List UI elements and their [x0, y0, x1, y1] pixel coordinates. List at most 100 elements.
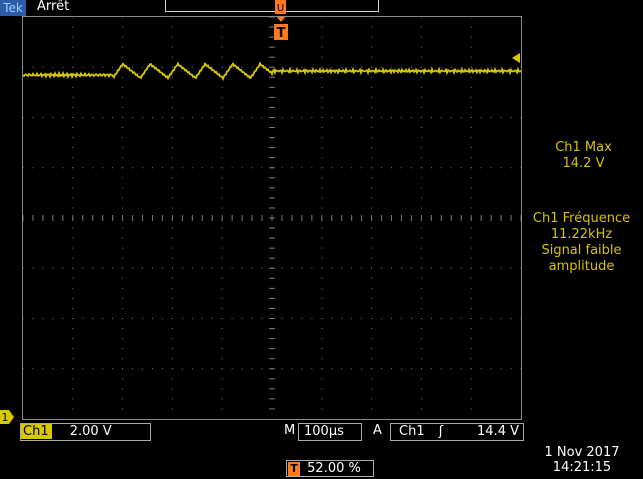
trigger-settings-box[interactable]: Ch1 ʃ 14.4 V [390, 423, 524, 441]
vertical-axis-tick [269, 318, 275, 319]
channel1-marker: 1 [0, 410, 14, 424]
horizontal-axis-tick [251, 215, 253, 221]
horizontal-axis-tick [62, 215, 64, 221]
frequency-note-1: Signal faible [541, 243, 622, 258]
max-measurement: Ch1 Max 14.2 V [524, 140, 643, 172]
vertical-axis-tick [269, 127, 275, 129]
trigger-level: 14.4 V [477, 424, 519, 439]
vertical-axis-tick [269, 348, 275, 350]
max-label: Ch1 Max [555, 140, 612, 155]
vertical-axis-tick [269, 227, 275, 229]
vertical-axis-tick [269, 167, 275, 169]
horizontal-axis-tick [181, 215, 183, 221]
horizontal-axis-tick [500, 215, 502, 221]
horizontal-axis-tick [480, 215, 482, 221]
horizontal-axis-tick [161, 215, 163, 221]
horizontal-axis-tick [391, 215, 393, 221]
horizontal-axis-tick [331, 215, 333, 221]
horizontal-axis-tick [102, 215, 104, 221]
trigger-position-box[interactable]: T 52.00 % [286, 460, 374, 477]
vertical-axis-tick [269, 16, 275, 18]
horizontal-axis-tick [32, 215, 34, 221]
horizontal-axis-tick [22, 215, 24, 221]
horizontal-axis-tick [281, 215, 283, 221]
frequency-value: 11.22kHz [550, 227, 613, 242]
timebase-value[interactable]: 100µs [298, 423, 362, 441]
horizontal-axis-tick [460, 215, 462, 221]
horizontal-axis-tick [72, 215, 74, 221]
svg-text:1: 1 [2, 411, 9, 424]
vertical-axis-tick [269, 408, 275, 410]
waveform-display [22, 16, 522, 420]
vertical-axis-tick [269, 96, 275, 98]
horizontal-axis-tick [440, 215, 442, 221]
vertical-axis-tick [269, 187, 275, 189]
trigger-position-value: 52.00 % [307, 461, 361, 476]
trigger-position-icon: T [288, 462, 300, 476]
timestamp: 1 Nov 2017 14:21:15 [523, 445, 641, 475]
vertical-axis-tick [269, 157, 275, 159]
graticule [22, 16, 522, 410]
channel-scale-box[interactable]: Ch1 2.00 V [20, 423, 151, 441]
horizontal-axis-tick [231, 215, 233, 221]
horizontal-axis-tick [400, 215, 402, 221]
horizontal-axis-tick [271, 215, 273, 221]
frequency-label: Ch1 Fréquence [532, 211, 631, 226]
vertical-axis-tick [269, 177, 275, 179]
horizontal-axis-tick [211, 215, 213, 221]
horizontal-axis-tick [112, 215, 114, 221]
horizontal-axis-tick [410, 215, 412, 221]
vertical-axis-tick [269, 76, 275, 78]
vertical-axis-tick [269, 267, 275, 269]
vertical-axis-tick [269, 257, 275, 259]
date: 1 Nov 2017 [544, 445, 620, 460]
vertical-axis-tick [269, 287, 275, 289]
horizontal-axis-tick [201, 215, 203, 221]
trigger-level-arrow [512, 53, 520, 63]
vertical-axis-tick [269, 307, 275, 309]
horizontal-axis-tick [420, 215, 422, 221]
vertical-axis-tick [269, 388, 275, 390]
horizontal-axis-tick [321, 215, 323, 221]
vertical-axis-tick [269, 106, 275, 108]
horizontal-axis-tick [450, 215, 452, 221]
brand-logo: Tek [0, 0, 26, 16]
vertical-axis-tick [269, 368, 275, 370]
timebase-prefix: M [284, 423, 296, 438]
vertical-axis-tick [269, 137, 275, 139]
frequency-note-2: amplitude [548, 259, 615, 274]
vertical-axis-tick [269, 247, 275, 249]
vertical-axis-tick [269, 378, 275, 380]
vertical-axis-tick [269, 277, 275, 279]
vertical-axis-tick [269, 147, 275, 149]
max-value: 14.2 V [562, 156, 605, 171]
horizontal-axis-tick [361, 215, 363, 221]
horizontal-axis-tick [341, 215, 343, 221]
horizontal-axis-tick [510, 215, 512, 221]
vertical-axis-tick [269, 398, 275, 400]
volts-per-div: 2.00 V [69, 424, 112, 439]
vertical-axis-tick [269, 26, 275, 28]
vertical-axis-tick [269, 86, 275, 88]
ch1-waveform [22, 61, 522, 82]
trigger-prefix: A [373, 423, 382, 438]
vertical-axis-tick [269, 338, 275, 340]
trigger-source: Ch1 [399, 424, 425, 439]
vertical-axis-tick [269, 197, 275, 199]
channel-label: Ch1 [21, 424, 52, 439]
horizontal-axis-tick [291, 215, 293, 221]
horizontal-axis-tick [132, 215, 134, 221]
vertical-axis-tick [269, 46, 275, 48]
horizontal-axis-tick [470, 215, 472, 221]
vertical-axis-tick [269, 358, 275, 360]
vertical-axis-tick [269, 207, 275, 209]
horizontal-axis-tick [371, 215, 373, 221]
horizontal-axis-tick [381, 215, 383, 221]
vertical-axis-tick [269, 36, 275, 38]
horizontal-axis-tick [52, 215, 54, 221]
time: 14:21:15 [552, 460, 612, 475]
vertical-axis-tick [269, 56, 275, 58]
vertical-axis-tick [269, 328, 275, 330]
vertical-axis-tick [269, 66, 275, 68]
horizontal-axis-tick [301, 215, 303, 221]
